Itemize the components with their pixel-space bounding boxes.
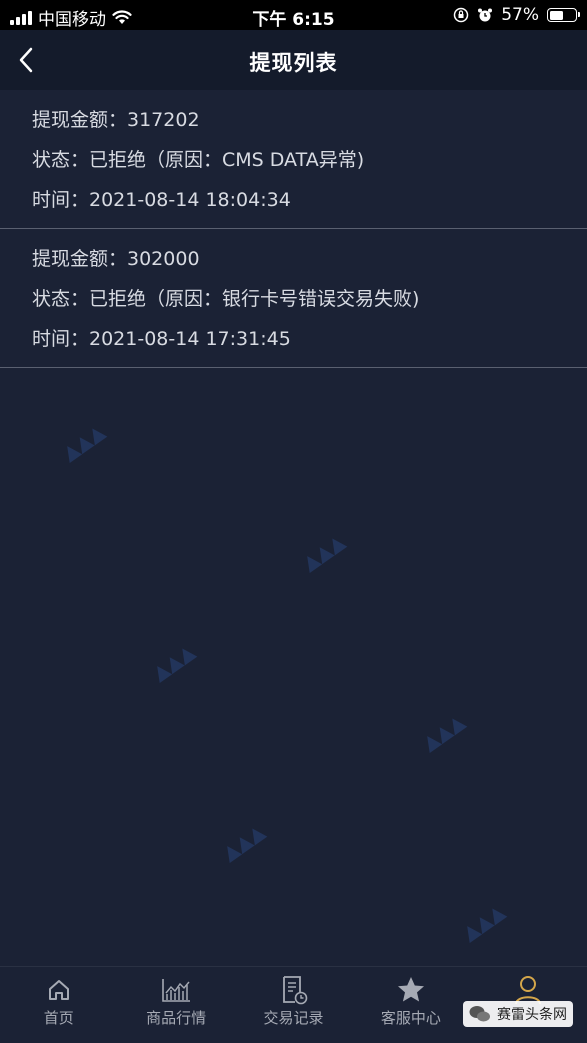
watermark: ▲▲▲ <box>297 528 349 576</box>
watermark: ▲▲▲ <box>217 818 269 866</box>
watermark: ▲▲▲ <box>57 418 109 466</box>
watermark-text: 赛雷头条网 <box>497 1007 567 1023</box>
withdrawal-time: 时间：2021-08-14 17:31:45 <box>32 328 291 350</box>
watermark-logo: 赛雷头条网 <box>463 1001 573 1027</box>
withdrawal-time: 时间：2021-08-14 18:04:34 <box>32 189 291 211</box>
watermark: ▲▲▲ <box>147 638 199 686</box>
withdrawal-status: 状态：已拒绝（原因：CMS DATA异常) <box>32 149 365 171</box>
tab-label: 交易记录 <box>263 1009 324 1027</box>
battery-percent: 57% <box>501 5 539 25</box>
alarm-icon <box>478 8 493 22</box>
tab-label: 首页 <box>43 1009 74 1027</box>
withdrawal-list: 提现金额：317202 状态：已拒绝（原因：CMS DATA异常) 时间：202… <box>0 90 587 368</box>
list-item[interactable]: 提现金额：317202 状态：已拒绝（原因：CMS DATA异常) 时间：202… <box>0 90 587 229</box>
orientation-lock-icon <box>453 7 469 23</box>
withdrawal-amount: 提现金额：317202 <box>32 109 200 131</box>
star-icon <box>397 977 424 1002</box>
watermark: ▲▲▲ <box>457 898 509 946</box>
status-bar: 中国移动 下午 6:15 57% <box>0 0 587 30</box>
chart-icon <box>162 979 191 1002</box>
tab-home[interactable]: 首页 <box>0 967 117 1043</box>
tab-trade-records[interactable]: 交易记录 <box>235 967 352 1043</box>
tab-label: 商品行情 <box>146 1009 207 1027</box>
list-item[interactable]: 提现金额：302000 状态：已拒绝（原因：银行卡号错误交易失败) 时间：202… <box>0 229 587 368</box>
withdrawal-status: 状态：已拒绝（原因：银行卡号错误交易失败) <box>32 288 420 310</box>
page-title: 提现列表 <box>249 51 338 75</box>
withdrawal-amount: 提现金额：302000 <box>32 248 200 270</box>
navigation-bar: 提现列表 <box>0 30 587 90</box>
home-icon <box>48 980 69 1000</box>
document-clock-icon <box>282 976 307 1005</box>
tab-customer-service[interactable]: 客服中心 <box>352 967 469 1043</box>
watermark: ▲▲▲ <box>417 708 469 756</box>
wechat-icon <box>469 1006 490 1022</box>
tab-label: 客服中心 <box>380 1009 441 1027</box>
tab-market[interactable]: 商品行情 <box>117 967 234 1043</box>
battery-icon <box>547 8 580 22</box>
